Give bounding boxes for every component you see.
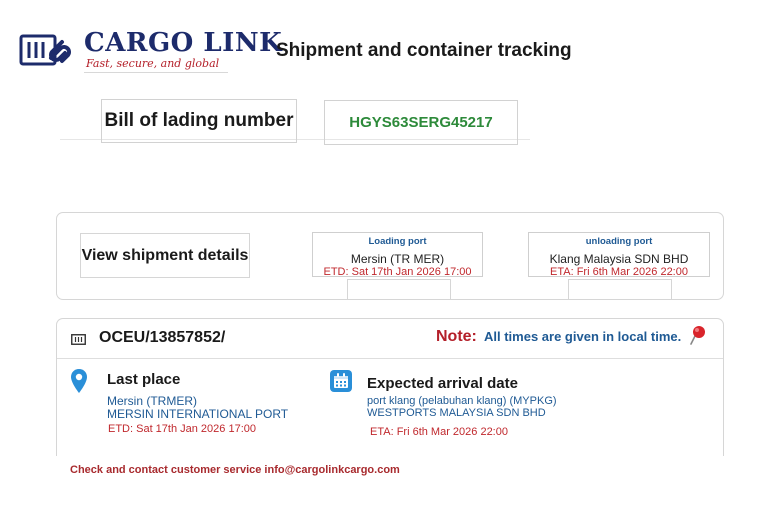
expected-arrival-heading: Expected arrival date — [367, 375, 518, 392]
container-number: OCEU/13857852/ — [99, 329, 226, 346]
pushpin-icon — [689, 325, 707, 345]
expected-arrival-eta: ETA: Fri 6th Mar 2026 22:00 — [370, 426, 508, 438]
last-place-section: Last place Mersin (TRMER) MERSIN INTERNA… — [107, 371, 288, 435]
location-pin-icon — [70, 368, 88, 394]
note-label: Note: — [436, 328, 477, 345]
container-icon — [71, 332, 86, 345]
note-text: All times are given in local time. — [484, 329, 682, 344]
loading-port-name: Mersin (TR MER) — [350, 252, 445, 266]
unloading-port-card: unloading port Klang Malaysia SDN BHD ET… — [528, 232, 710, 278]
expected-arrival-terminal: WESTPORTS MALAYSIA SDN BHD — [367, 407, 546, 419]
header-divider — [84, 72, 228, 73]
unloading-port-eta: ETA: Fri 6th Mar 2026 22:00 — [550, 266, 688, 278]
expected-arrival-section: Expected arrival date port klang (pelabu… — [367, 375, 557, 438]
bill-of-lading-value-text: HGYS63SERG45217 — [349, 114, 493, 131]
bill-of-lading-label: Bill of lading number — [101, 99, 297, 143]
unloading-port-heading: unloading port — [585, 236, 653, 247]
last-place-heading: Last place — [107, 371, 181, 388]
loading-port-tab — [347, 279, 451, 300]
loading-port-etd: ETD: Sat 17th Jan 2026 17:00 — [323, 266, 472, 278]
last-place-etd: ETD: Sat 17th Jan 2026 17:00 — [108, 423, 256, 435]
brand-tagline: Fast, secure, and global — [86, 57, 220, 70]
contact-customer-service-text[interactable]: Check and contact customer service info@… — [70, 464, 400, 477]
last-place-terminal: MERSIN INTERNATIONAL PORT — [107, 407, 289, 421]
page-title: Shipment and container tracking — [276, 40, 572, 61]
bill-of-lading-value[interactable]: HGYS63SERG45217 — [324, 100, 518, 145]
view-shipment-details-button[interactable]: View shipment details — [80, 233, 250, 278]
loading-port-heading: Loading port — [368, 236, 427, 247]
cargo-link-logo-icon — [18, 28, 76, 72]
brand-name: CARGO LINK — [84, 28, 283, 58]
loading-port-card: Loading port Mersin (TR MER) ETD: Sat 17… — [312, 232, 483, 278]
tracking-divider — [57, 358, 723, 359]
expected-arrival-port: port klang (pelabuhan klang) (MYPKG) — [367, 395, 557, 407]
unloading-port-name: Klang Malaysia SDN BHD — [549, 252, 689, 266]
calendar-icon — [330, 370, 352, 392]
view-shipment-details-label: View shipment details — [81, 246, 249, 264]
bill-of-lading-label-text: Bill of lading number — [104, 110, 294, 131]
unloading-port-tab — [568, 279, 672, 300]
